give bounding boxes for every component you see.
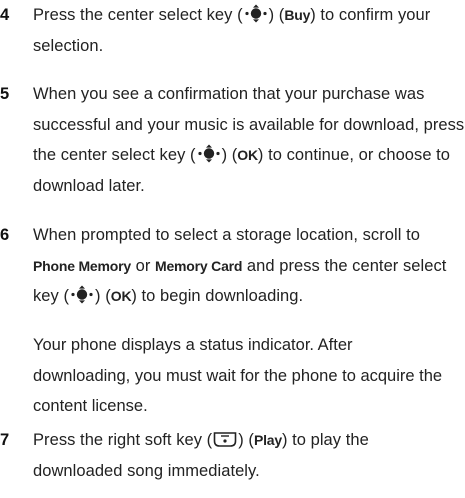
step-text: Press the right soft key () (Play) to pl… <box>33 425 453 486</box>
buy-key-label: Buy <box>284 7 311 23</box>
center-select-key-icon <box>71 285 93 304</box>
ok-key-label: OK <box>110 288 132 304</box>
step-text-mid: ) ( <box>238 431 254 449</box>
ok-key-label: OK <box>237 147 258 163</box>
step-text: Press the center select key () (Buy) to … <box>33 0 463 61</box>
step-text-mid: ) ( <box>221 146 238 164</box>
step-text-or: or <box>130 256 155 275</box>
step-text-mid: ) ( <box>268 6 285 24</box>
right-soft-key-icon <box>213 432 237 447</box>
step-text-before: Press the center select key ( <box>33 6 243 24</box>
step-number: 5 <box>0 85 10 103</box>
step-text: When prompted to select a storage locati… <box>33 220 465 312</box>
step-text-mid: ) ( <box>95 287 111 305</box>
status-note: Your phone displays a status indicator. … <box>33 336 443 415</box>
center-select-key-icon <box>245 4 267 23</box>
step-text-before: Press the right soft key ( <box>33 431 213 449</box>
memory-card-option: Memory Card <box>155 257 243 274</box>
phone-memory-option: Phone Memory <box>33 257 131 274</box>
step-number: 7 <box>0 431 10 449</box>
center-select-key-icon <box>197 144 220 163</box>
step-number: 4 <box>0 6 10 24</box>
step-text-a: When prompted to select a storage locati… <box>33 226 420 244</box>
step-text: When you see a confirmation that your pu… <box>33 79 465 201</box>
play-key-label: Play <box>253 432 282 448</box>
manual-page: 4 Press the center select key () (Buy) t… <box>0 0 465 498</box>
step-text-after: ) to begin downloading. <box>131 287 304 305</box>
step-number: 6 <box>0 226 10 244</box>
